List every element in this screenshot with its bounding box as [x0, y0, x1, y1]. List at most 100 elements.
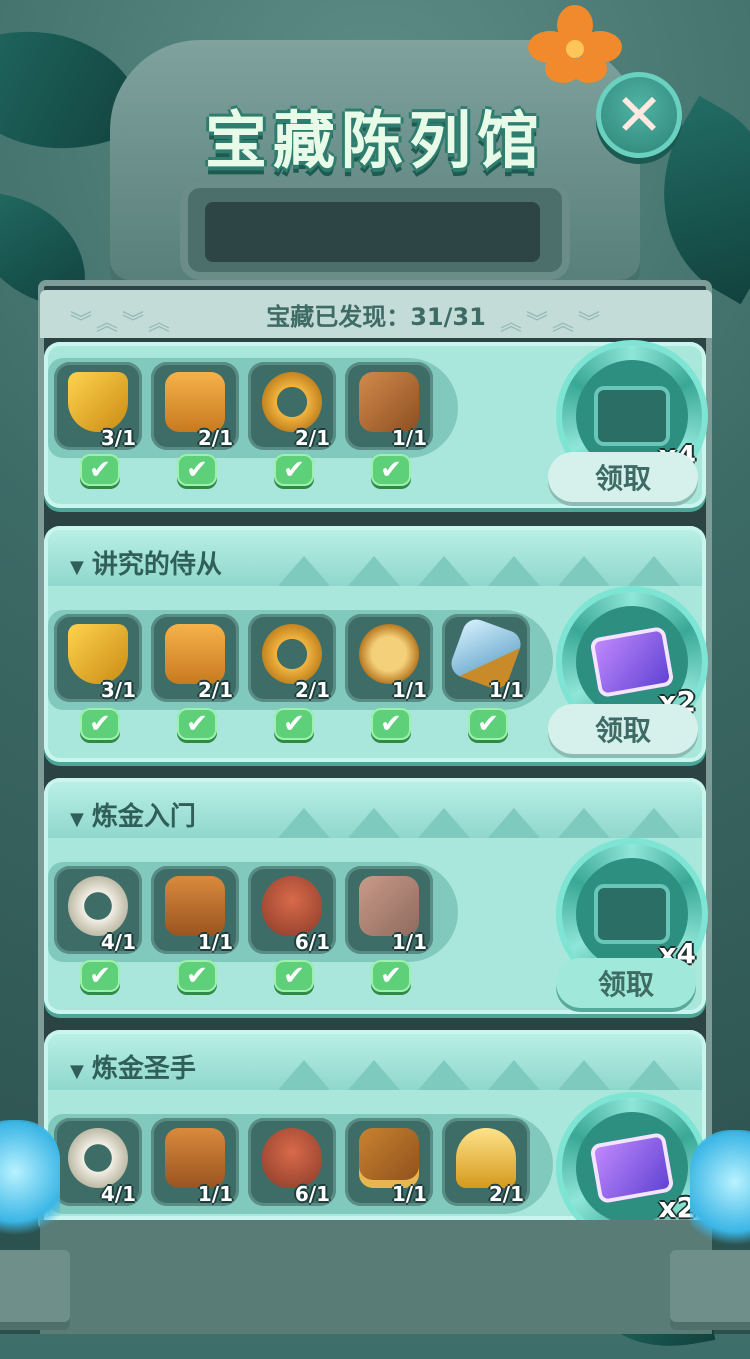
flower-icon: [528, 5, 622, 83]
item-count: 1/1: [391, 1182, 427, 1206]
triangle-decoration: [278, 808, 330, 838]
panel-title[interactable]: ▼ 讲究的侍从: [70, 544, 222, 581]
tribal-egg-icon: [262, 876, 322, 936]
bone-ring-icon: [68, 1128, 128, 1188]
check-icon: ✔: [274, 708, 314, 740]
triangle-decoration: [348, 556, 400, 586]
item-slot[interactable]: 3/1: [54, 614, 142, 702]
bottom-stone: [40, 1220, 712, 1334]
tribal-egg-icon: [262, 1128, 322, 1188]
check-icon: ✔: [80, 454, 120, 486]
golden-belt-icon: [262, 624, 322, 684]
triangle-decoration: [278, 556, 330, 586]
check-icon: ✔: [177, 708, 217, 740]
chevron-decoration: ︾︽︾︽: [70, 311, 175, 336]
golden-trophy-icon: [456, 1128, 516, 1188]
collection-panel: ▼ 讲究的侍从 3/1 2/1 2/1 1/1 1/1 ✔ ✔ ✔ ✔ ✔ x2 …: [44, 526, 706, 762]
triangle-decoration: [558, 1060, 610, 1090]
item-count: 2/1: [197, 678, 233, 702]
item-slot[interactable]: 1/1: [345, 614, 433, 702]
triangle-decoration: [418, 1060, 470, 1090]
claim-button[interactable]: 领取: [548, 452, 698, 502]
blue-flame-icon: [0, 1120, 60, 1250]
item-slot[interactable]: 1/1: [345, 1118, 433, 1206]
mickey-shield-icon: [68, 624, 128, 684]
item-slot[interactable]: 2/1: [248, 614, 336, 702]
item-slot[interactable]: 4/1: [54, 866, 142, 954]
item-count: 1/1: [391, 930, 427, 954]
tiki-mask-icon: [165, 876, 225, 936]
item-slot[interactable]: 1/1: [345, 866, 433, 954]
pedestal: [0, 1250, 70, 1330]
panel-title[interactable]: ▼ 炼金圣手: [70, 1048, 196, 1085]
item-count: 1/1: [197, 1182, 233, 1206]
check-icon: ✔: [274, 454, 314, 486]
item-count: 6/1: [294, 930, 330, 954]
collection-panel: ▼ 炼金入门 4/1 1/1 6/1 1/1 ✔ ✔ ✔ ✔ x4 领取: [44, 778, 706, 1014]
bone-ring-icon: [68, 876, 128, 936]
leather-bracers-icon: [359, 372, 419, 432]
panel-header: ▼ 讲究的侍从: [48, 530, 702, 586]
item-slot[interactable]: 3/1: [54, 362, 142, 450]
triangle-decoration: [278, 1060, 330, 1090]
triangle-decoration: [418, 808, 470, 838]
check-icon: ✔: [468, 708, 508, 740]
collection-panel: 3/1 2/1 2/1 1/1 ✔ ✔ ✔ ✔ x4 领取: [44, 342, 706, 508]
item-slot[interactable]: 1/1: [151, 866, 239, 954]
blue-flame-icon: [690, 1130, 750, 1260]
triangle-decoration: [348, 1060, 400, 1090]
item-count: 3/1: [100, 426, 136, 450]
claim-button[interactable]: 领取: [556, 958, 696, 1008]
item-slot[interactable]: 2/1: [151, 362, 239, 450]
item-count: 2/1: [294, 426, 330, 450]
item-slot[interactable]: 1/1: [442, 614, 530, 702]
panel-title-text: 讲究的侍从: [91, 550, 222, 580]
item-slot[interactable]: 6/1: [248, 1118, 336, 1206]
item-count: 1/1: [391, 426, 427, 450]
triangle-decoration: [628, 1060, 680, 1090]
item-slot[interactable]: 2/1: [248, 362, 336, 450]
triangle-decoration: [628, 556, 680, 586]
item-slot[interactable]: 2/1: [151, 614, 239, 702]
item-slot[interactable]: 2/1: [442, 1118, 530, 1206]
item-count: 4/1: [100, 1182, 136, 1206]
triangle-decoration: [628, 808, 680, 838]
mickey-shield-icon: [68, 372, 128, 432]
stone-tablet-icon: [359, 876, 419, 936]
triangle-decoration: [418, 556, 470, 586]
golden-belt-icon: [262, 372, 322, 432]
chevron-down-icon: ▼: [70, 1061, 84, 1082]
item-count: 2/1: [294, 678, 330, 702]
item-slot[interactable]: 6/1: [248, 866, 336, 954]
item-slot[interactable]: 4/1: [54, 1118, 142, 1206]
panel-title[interactable]: ▼ 炼金入门: [70, 796, 196, 833]
panel-header: ▼ 炼金入门: [48, 782, 702, 838]
chevron-decoration: ︽︾︽︾: [500, 311, 605, 336]
check-icon: ✔: [371, 454, 411, 486]
mickey-medallion-icon: [359, 624, 419, 684]
wallet-book-icon: [359, 1128, 419, 1188]
item-count: 6/1: [294, 1182, 330, 1206]
item-slot[interactable]: 1/1: [151, 1118, 239, 1206]
claim-button[interactable]: 领取: [548, 704, 698, 754]
check-icon: ✔: [177, 960, 217, 992]
item-count: 1/1: [488, 678, 524, 702]
check-icon: ✔: [177, 454, 217, 486]
check-icon: ✔: [371, 960, 411, 992]
check-icon: ✔: [274, 960, 314, 992]
check-icon: ✔: [80, 708, 120, 740]
item-slot[interactable]: 1/1: [345, 362, 433, 450]
eye-card-icon: [594, 386, 670, 446]
close-button[interactable]: ✕: [596, 72, 682, 158]
item-count: 2/1: [488, 1182, 524, 1206]
pedestal: [670, 1250, 750, 1330]
triangle-decoration: [488, 556, 540, 586]
triangle-decoration: [558, 556, 610, 586]
discovered-label: 宝藏已发现：31/31: [266, 302, 486, 331]
reward-badge[interactable]: x2: [562, 1098, 702, 1238]
collection-panel: ▼ 炼金圣手 4/1 1/1 6/1 1/1 2/1 x2: [44, 1030, 706, 1238]
stone-slot-inner: [205, 202, 540, 262]
golden-armor-icon: [165, 624, 225, 684]
item-count: 3/1: [100, 678, 136, 702]
check-icon: ✔: [80, 960, 120, 992]
